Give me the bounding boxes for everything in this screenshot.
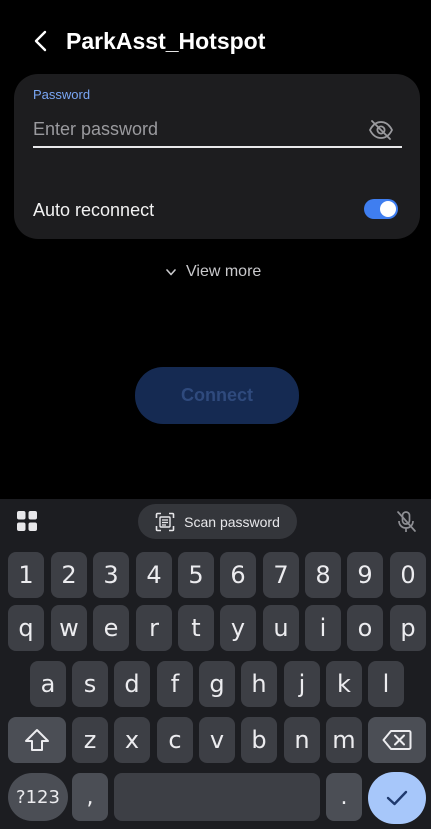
auto-reconnect-toggle[interactable] bbox=[364, 199, 398, 219]
key-1[interactable]: 1 bbox=[8, 552, 44, 598]
key-7[interactable]: 7 bbox=[263, 552, 299, 598]
key-p[interactable]: p bbox=[390, 605, 426, 651]
shift-key[interactable] bbox=[8, 717, 66, 763]
key-i[interactable]: i bbox=[305, 605, 341, 651]
key-t[interactable]: t bbox=[178, 605, 214, 651]
page-title: ParkAsst_Hotspot bbox=[66, 28, 266, 54]
key-o[interactable]: o bbox=[347, 605, 383, 651]
key-r[interactable]: r bbox=[136, 605, 172, 651]
backspace-icon bbox=[382, 730, 412, 750]
key-h[interactable]: h bbox=[241, 661, 277, 707]
password-label: Password bbox=[33, 87, 91, 102]
view-more-button[interactable]: View more bbox=[164, 261, 261, 283]
key-c[interactable]: c bbox=[157, 717, 193, 763]
connect-button[interactable]: Connect bbox=[135, 367, 299, 424]
key-f[interactable]: f bbox=[157, 661, 193, 707]
key-l[interactable]: l bbox=[368, 661, 404, 707]
key-6[interactable]: 6 bbox=[220, 552, 256, 598]
toggle-password-visibility-button[interactable] bbox=[367, 117, 395, 143]
key-w[interactable]: w bbox=[51, 605, 87, 651]
check-icon bbox=[386, 790, 408, 806]
key-b[interactable]: b bbox=[241, 717, 277, 763]
key-u[interactable]: u bbox=[263, 605, 299, 651]
key-m[interactable]: m bbox=[326, 717, 362, 763]
chevron-down-icon bbox=[164, 265, 178, 279]
key-a[interactable]: a bbox=[30, 661, 66, 707]
period-key[interactable]: . bbox=[326, 773, 362, 821]
scan-password-button[interactable]: Scan password bbox=[138, 504, 297, 539]
backspace-key[interactable] bbox=[368, 717, 426, 763]
shift-icon bbox=[25, 729, 49, 751]
on-screen-keyboard: Scan password 1 2 3 4 5 6 7 8 9 0 q w e … bbox=[0, 499, 431, 829]
toggle-knob bbox=[380, 201, 396, 217]
scan-text-icon bbox=[155, 512, 175, 532]
key-g[interactable]: g bbox=[199, 661, 235, 707]
symbols-key[interactable]: ?123 bbox=[8, 773, 68, 821]
key-8[interactable]: 8 bbox=[305, 552, 341, 598]
key-4[interactable]: 4 bbox=[136, 552, 172, 598]
key-x[interactable]: x bbox=[114, 717, 150, 763]
key-5[interactable]: 5 bbox=[178, 552, 214, 598]
voice-input-button[interactable] bbox=[394, 510, 418, 534]
comma-key[interactable]: , bbox=[72, 773, 108, 821]
top-app-bar: ParkAsst_Hotspot bbox=[0, 0, 431, 82]
auto-reconnect-label: Auto reconnect bbox=[33, 200, 155, 220]
mic-off-icon bbox=[397, 511, 416, 532]
key-n[interactable]: n bbox=[284, 717, 320, 763]
key-d[interactable]: d bbox=[114, 661, 150, 707]
grid-icon bbox=[17, 511, 37, 531]
key-3[interactable]: 3 bbox=[93, 552, 129, 598]
key-2[interactable]: 2 bbox=[51, 552, 87, 598]
key-y[interactable]: y bbox=[220, 605, 256, 651]
key-z[interactable]: z bbox=[72, 717, 108, 763]
chevron-left-icon bbox=[34, 30, 47, 52]
key-j[interactable]: j bbox=[284, 661, 320, 707]
key-k[interactable]: k bbox=[326, 661, 362, 707]
back-button[interactable] bbox=[26, 26, 56, 56]
password-input[interactable] bbox=[33, 114, 343, 144]
enter-key[interactable] bbox=[368, 772, 426, 824]
eye-off-icon bbox=[368, 120, 394, 140]
key-v[interactable]: v bbox=[199, 717, 235, 763]
key-s[interactable]: s bbox=[72, 661, 108, 707]
scan-password-label: Scan password bbox=[184, 513, 280, 530]
space-key[interactable] bbox=[114, 773, 320, 821]
view-more-label: View more bbox=[186, 263, 262, 280]
network-settings-card: Password Auto reconnect bbox=[14, 74, 420, 239]
key-9[interactable]: 9 bbox=[347, 552, 383, 598]
keyboard-apps-button[interactable] bbox=[16, 510, 38, 532]
key-0[interactable]: 0 bbox=[390, 552, 426, 598]
key-e[interactable]: e bbox=[93, 605, 129, 651]
key-q[interactable]: q bbox=[8, 605, 44, 651]
keyboard-toolbar: Scan password bbox=[0, 499, 431, 545]
password-underline bbox=[33, 146, 402, 148]
